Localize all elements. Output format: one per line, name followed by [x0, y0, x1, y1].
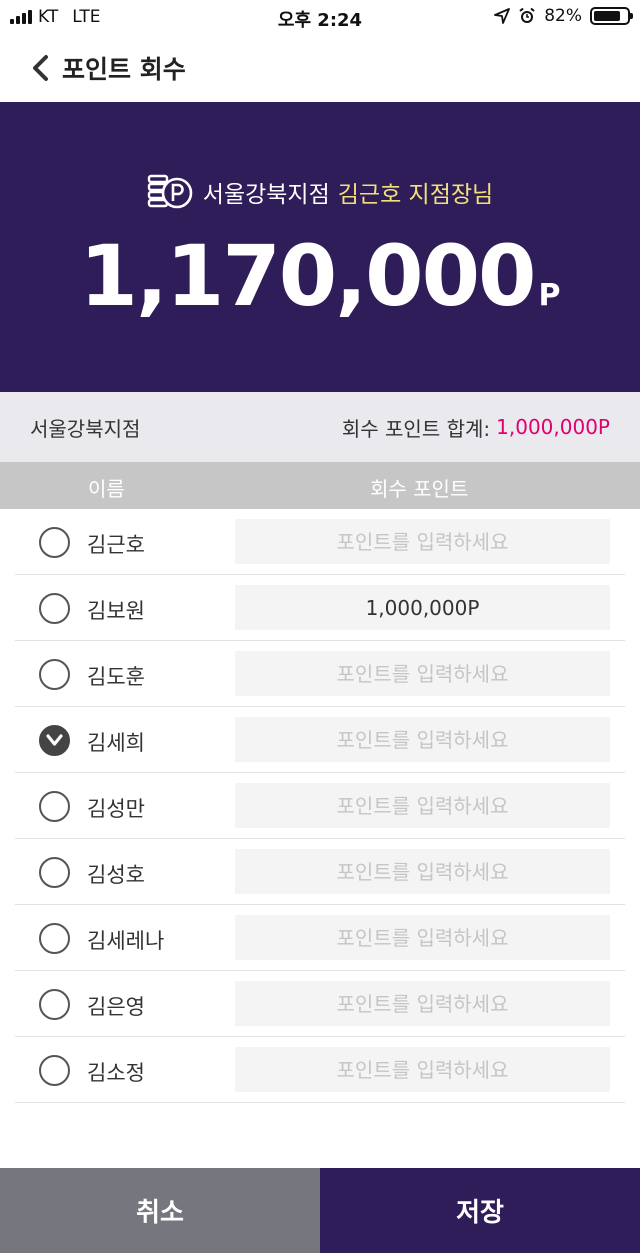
member-name: 김은영 [87, 995, 145, 1019]
table-header: 이름 회수 포인트 [0, 462, 640, 509]
bottom-actions: 취소 저장 [0, 1168, 640, 1253]
radio-checked[interactable] [39, 725, 70, 756]
alarm-icon [519, 7, 535, 23]
page-title: 포인트 회수 [62, 55, 186, 84]
column-header-name: 이름 [88, 477, 125, 501]
cancel-button[interactable]: 취소 [0, 1168, 320, 1253]
battery-fill [594, 11, 621, 21]
member-name: 김성만 [87, 797, 145, 821]
hero-branch: 서울강북지점 [202, 182, 330, 208]
member-list: 김근호김보원김도훈김세희김성만김성호김세레나김은영김소정 [15, 509, 625, 1103]
member-name: 김근호 [87, 533, 145, 557]
points-input[interactable] [235, 1047, 610, 1092]
summary-branch: 서울강북지점 [30, 416, 141, 441]
table-row: 김성만 [15, 773, 625, 839]
radio-unchecked[interactable] [39, 527, 70, 558]
member-name: 김소정 [87, 1061, 145, 1085]
table-row: 김세희 [15, 707, 625, 773]
save-button[interactable]: 저장 [320, 1168, 640, 1253]
radio-unchecked[interactable] [39, 989, 70, 1020]
table-row: 김보원 [15, 575, 625, 641]
points-input[interactable] [235, 981, 610, 1026]
hero-amount-unit: P [538, 278, 561, 313]
nav-bar: 포인트 회수 [0, 34, 640, 102]
points-input[interactable] [235, 585, 610, 630]
table-row: 김은영 [15, 971, 625, 1037]
points-icon [147, 174, 193, 209]
points-input[interactable] [235, 717, 610, 762]
summary-total-group: 회수 포인트 합계: 1,000,000P [342, 413, 610, 442]
chevron-left-icon[interactable] [20, 34, 60, 102]
points-input[interactable] [235, 849, 610, 894]
table-row: 김성호 [15, 839, 625, 905]
status-right: 82% [494, 6, 633, 26]
hero-amount: 1,170,000 P [0, 227, 640, 325]
table-row: 김근호 [15, 509, 625, 575]
member-name: 김보원 [87, 599, 145, 623]
member-name: 김성호 [87, 863, 145, 887]
summary-total-label: 회수 포인트 합계: [341, 416, 491, 441]
battery-percent: 82% [544, 6, 582, 26]
radio-unchecked[interactable] [39, 923, 70, 954]
summary-bar: 서울강북지점 회수 포인트 합계: 1,000,000P [0, 392, 640, 462]
table-row: 김도훈 [15, 641, 625, 707]
location-arrow-icon [494, 8, 511, 24]
radio-unchecked[interactable] [39, 659, 70, 690]
hero-banner: 서울강북지점 김근호 지점장님 1,170,000 P [0, 102, 640, 392]
points-input[interactable] [235, 519, 610, 564]
table-row: 김세레나 [15, 905, 625, 971]
member-name: 김도훈 [87, 665, 145, 689]
status-bar: KT LTE 오후 2:24 82% [0, 0, 640, 34]
column-header-points: 회수 포인트 [370, 477, 469, 501]
points-input[interactable] [235, 783, 610, 828]
check-icon [46, 734, 63, 746]
hero-amount-value: 1,170,000 [79, 227, 537, 325]
member-name: 김세희 [87, 731, 145, 755]
hero-owner-line: 서울강북지점 김근호 지점장님 [0, 174, 640, 210]
hero-manager: 김근호 지점장님 [337, 182, 494, 208]
table-row: 김소정 [15, 1037, 625, 1103]
radio-unchecked[interactable] [39, 791, 70, 822]
radio-unchecked[interactable] [39, 593, 70, 624]
battery-icon [590, 7, 633, 25]
radio-unchecked[interactable] [39, 857, 70, 888]
summary-total-value: 1,000,000P [496, 415, 610, 439]
member-name: 김세레나 [87, 929, 165, 953]
points-input[interactable] [235, 915, 610, 960]
radio-unchecked[interactable] [39, 1055, 70, 1086]
points-input[interactable] [235, 651, 610, 696]
